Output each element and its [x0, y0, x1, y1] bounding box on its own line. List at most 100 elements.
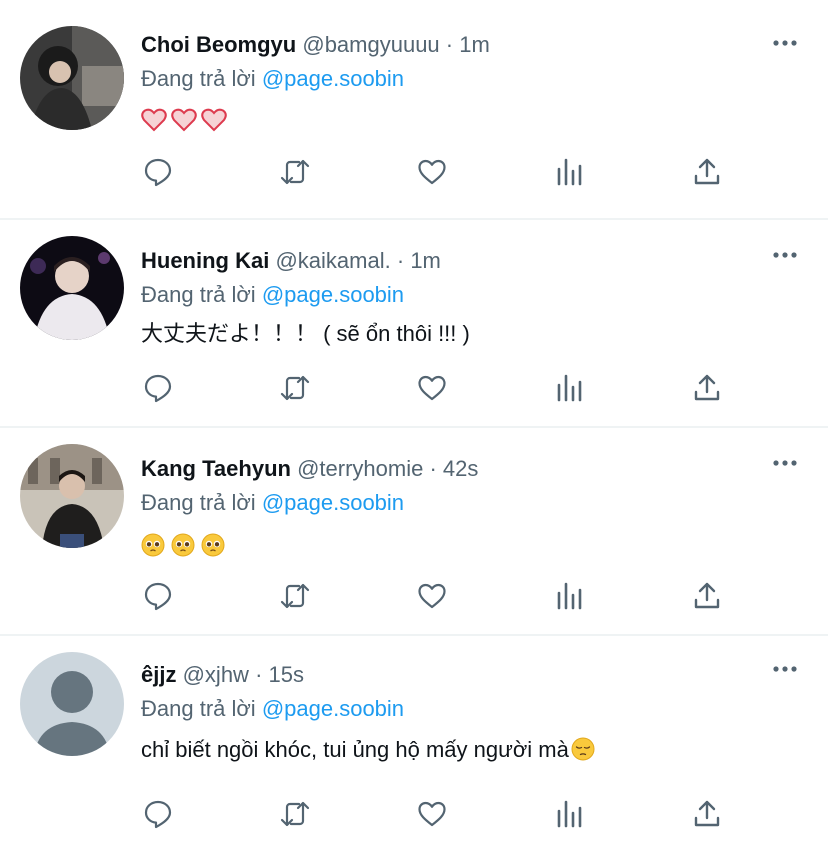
tweet[interactable]: Kang Taehyun @terryhomie · 42s Đang trả …	[0, 428, 828, 636]
pensive-face-emoji-icon	[571, 737, 595, 761]
retweet-button[interactable]	[273, 150, 317, 194]
mention-link[interactable]: @page.soobin	[262, 696, 404, 721]
avatar-photo	[20, 444, 124, 548]
like-button[interactable]	[410, 574, 454, 618]
author-name[interactable]: Choi Beomgyu	[141, 32, 296, 57]
author-handle[interactable]: @xjhw	[183, 662, 249, 687]
like-icon	[418, 801, 446, 827]
analytics-button[interactable]	[548, 366, 592, 410]
retweet-icon	[280, 801, 310, 827]
avatar-photo	[20, 236, 124, 340]
tweet-text-content: chỉ biết ngồi khóc, tui ủng hộ mấy người…	[141, 737, 569, 762]
action-bar	[0, 366, 828, 410]
reply-prefix: Đang trả lời	[141, 490, 256, 515]
retweet-icon	[280, 583, 310, 609]
reply-context: Đang trả lời @page.soobin	[141, 488, 404, 518]
reply-context: Đang trả lời @page.soobin	[141, 694, 404, 724]
tweet-text	[141, 106, 231, 138]
reply-prefix: Đang trả lời	[141, 66, 256, 91]
tweet[interactable]: Huening Kai @kaikamal. · 1m Đang trả lời…	[0, 220, 828, 428]
reply-context: Đang trả lời @page.soobin	[141, 280, 404, 310]
more-options-icon[interactable]	[772, 30, 798, 56]
reply-button[interactable]	[136, 574, 180, 618]
like-icon	[418, 159, 446, 185]
tweet-header: Kang Taehyun @terryhomie · 42s	[141, 456, 479, 481]
mention-link[interactable]: @page.soobin	[262, 66, 404, 91]
avatar[interactable]	[20, 236, 124, 340]
retweet-button[interactable]	[273, 574, 317, 618]
avatar[interactable]	[20, 26, 124, 130]
action-bar	[0, 792, 828, 836]
reply-prefix: Đang trả lời	[141, 282, 256, 307]
like-button[interactable]	[410, 150, 454, 194]
pleading-face-emoji-icon	[171, 533, 195, 557]
share-button[interactable]	[685, 792, 729, 836]
timestamp[interactable]: 1m	[459, 32, 490, 57]
heart-emoji-icon	[201, 108, 227, 132]
analytics-icon	[557, 800, 582, 828]
reply-icon	[144, 800, 172, 829]
tweet-text	[141, 530, 231, 562]
reply-button[interactable]	[136, 150, 180, 194]
analytics-icon	[557, 582, 582, 610]
author-handle[interactable]: @kaikamal.	[275, 248, 390, 273]
action-bar	[0, 574, 828, 618]
author-name[interactable]: êjjz	[141, 662, 176, 687]
reply-context: Đang trả lời @page.soobin	[141, 64, 404, 94]
retweet-icon	[280, 159, 310, 185]
analytics-button[interactable]	[548, 574, 592, 618]
analytics-button[interactable]	[548, 150, 592, 194]
analytics-button[interactable]	[548, 792, 592, 836]
author-name[interactable]: Huening Kai	[141, 248, 269, 273]
timestamp[interactable]: 42s	[443, 456, 478, 481]
tweet[interactable]: êjjz @xjhw · 15s Đang trả lời @page.soob…	[0, 636, 828, 850]
tweet[interactable]: Choi Beomgyu @bamgyuuuu · 1m Đang trả lờ…	[0, 0, 828, 220]
like-icon	[418, 583, 446, 609]
more-options-icon[interactable]	[772, 656, 798, 682]
retweet-icon	[280, 375, 310, 401]
pleading-face-emoji-icon	[201, 533, 225, 557]
share-icon	[694, 582, 720, 609]
retweet-button[interactable]	[273, 366, 317, 410]
avatar-photo	[20, 26, 124, 130]
share-button[interactable]	[685, 574, 729, 618]
tweet-header: Huening Kai @kaikamal. · 1m	[141, 248, 441, 273]
retweet-button[interactable]	[273, 792, 317, 836]
analytics-icon	[557, 158, 582, 186]
reply-icon	[144, 582, 172, 611]
reply-icon	[144, 158, 172, 187]
timestamp[interactable]: 1m	[410, 248, 441, 273]
more-options-icon[interactable]	[772, 450, 798, 476]
share-icon	[694, 374, 720, 401]
mention-link[interactable]: @page.soobin	[262, 490, 404, 515]
share-icon	[694, 158, 720, 185]
author-handle[interactable]: @bamgyuuuu	[302, 32, 439, 57]
tweet-text: chỉ biết ngồi khóc, tui ủng hộ mấy người…	[141, 734, 601, 766]
mention-link[interactable]: @page.soobin	[262, 282, 404, 307]
share-button[interactable]	[685, 150, 729, 194]
reply-icon	[144, 374, 172, 403]
pleading-face-emoji-icon	[141, 533, 165, 557]
action-bar	[0, 150, 828, 194]
author-handle[interactable]: @terryhomie	[297, 456, 423, 481]
like-button[interactable]	[410, 792, 454, 836]
tweet-header: Choi Beomgyu @bamgyuuuu · 1m	[141, 32, 490, 57]
default-avatar-icon	[20, 652, 124, 756]
heart-emoji-icon	[141, 108, 167, 132]
author-name[interactable]: Kang Taehyun	[141, 456, 291, 481]
reply-feed: Choi Beomgyu @bamgyuuuu · 1m Đang trả lờ…	[0, 0, 828, 850]
share-icon	[694, 800, 720, 827]
avatar[interactable]	[20, 444, 124, 548]
like-icon	[418, 375, 446, 401]
reply-button[interactable]	[136, 366, 180, 410]
reply-button[interactable]	[136, 792, 180, 836]
share-button[interactable]	[685, 366, 729, 410]
tweet-text: 大丈夫だよ！！！ ( sẽ ổn thôi !!! )	[141, 321, 470, 346]
tweet-header: êjjz @xjhw · 15s	[141, 662, 304, 687]
like-button[interactable]	[410, 366, 454, 410]
avatar[interactable]	[20, 652, 124, 756]
reply-prefix: Đang trả lời	[141, 696, 256, 721]
timestamp[interactable]: 15s	[269, 662, 304, 687]
analytics-icon	[557, 374, 582, 402]
more-options-icon[interactable]	[772, 242, 798, 268]
